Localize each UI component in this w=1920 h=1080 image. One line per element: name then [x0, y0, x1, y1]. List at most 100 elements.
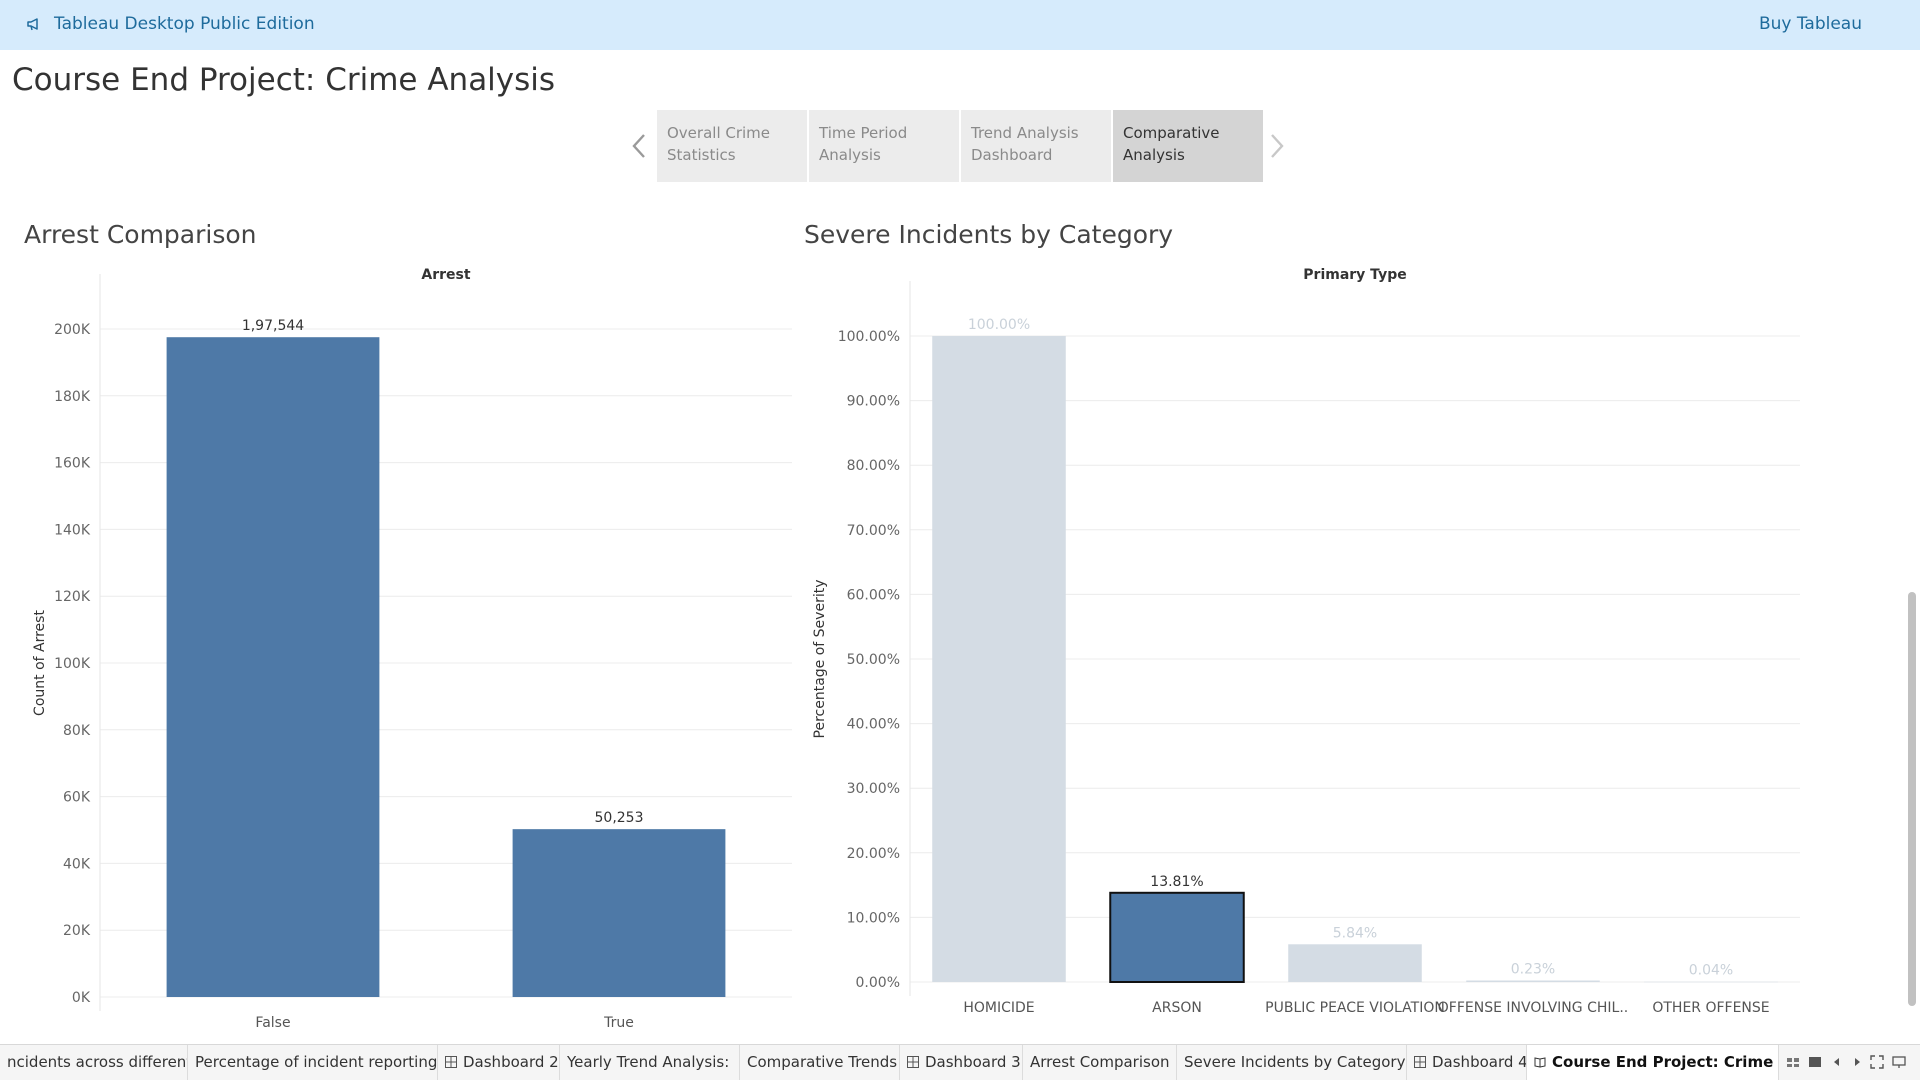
page-title: Course End Project: Crime Analysis: [12, 62, 556, 98]
tab-percentage-of-incident-reporting[interactable]: Percentage of incident reporting...: [188, 1045, 438, 1080]
y-tick-label: 0.00%: [856, 975, 900, 991]
fullscreen-icon[interactable]: [1870, 1055, 1884, 1069]
tab-label: Percentage of incident reporting...: [195, 1053, 438, 1071]
dashboard-icon: [907, 1056, 919, 1068]
scroll-left-icon[interactable]: [1830, 1055, 1844, 1069]
x-tick-label: ARSON: [1152, 1000, 1202, 1016]
chevron-left-icon[interactable]: [624, 130, 654, 162]
film-strip-icon[interactable]: [1808, 1055, 1822, 1069]
y-tick-label: 60.00%: [847, 587, 900, 603]
y-tick-label: 100.00%: [838, 329, 900, 345]
tab-label: Dashboard 2: [463, 1053, 559, 1071]
story-point-time-period-analysis[interactable]: Time Period Analysis: [809, 110, 959, 182]
y-tick-label: 40K: [63, 856, 91, 872]
dashboard-icon: [445, 1056, 457, 1068]
tab-arrest-comparison[interactable]: Arrest Comparison: [1023, 1045, 1177, 1080]
megaphone-icon: [27, 18, 38, 31]
tab-label: ncidents across different ...: [7, 1053, 188, 1071]
arrest-comparison-chart: Arrest 0K 20K 40K 60K 80K 100K 120K 140K 160K 180K…: [32, 267, 792, 1030]
chart-body: Arrest 0K 20K 40K 60K 80K 100K 120K 140K 160K 180K…: [32, 267, 792, 1030]
tab-label: Arrest Comparison: [1030, 1053, 1170, 1071]
story-point-label-line2: Dashboard: [971, 146, 1053, 164]
x-tick-label: PUBLIC PEACE VIOLATION: [1265, 1000, 1445, 1016]
story-point-label-line2: Analysis: [1123, 146, 1185, 164]
data-label: 100.00%: [968, 317, 1030, 333]
y-tick-label: 200K: [54, 322, 91, 338]
story-point-label-line1: Overall Crime: [667, 124, 771, 142]
data-label: 50,253: [595, 810, 644, 826]
sheet-sorter-icon[interactable]: [1786, 1055, 1800, 1069]
severe-incidents-chart: Primary Type 0.00% 10.00% 20.00% 30.00% 40.00…: [812, 267, 1800, 1016]
tab-dashboard-3[interactable]: Dashboard 3: [900, 1045, 1023, 1080]
data-label: 13.81%: [1150, 874, 1203, 890]
sheet-tab-bar: ncidents across different ... Percentage…: [0, 1044, 1920, 1080]
data-label: 0.04%: [1689, 963, 1733, 979]
y-tick-label: 70.00%: [847, 523, 900, 539]
y-tick-label: 90.00%: [847, 394, 900, 410]
x-tick-label: HOMICIDE: [963, 1000, 1034, 1016]
x-tick-label: OFFENSE INVOLVING CHIL..: [1438, 1000, 1628, 1016]
y-tick-label: 100K: [54, 656, 91, 672]
buy-tableau-link[interactable]: Buy Tableau: [1759, 14, 1862, 34]
y-tick-label: 80K: [63, 723, 91, 739]
story-point-comparative-analysis[interactable]: Comparative Analysis: [1113, 110, 1263, 182]
y-axis-title: Count of Arrest: [32, 610, 48, 716]
x-tick-label: False: [255, 1015, 290, 1030]
y-tick-label: 20K: [63, 923, 91, 939]
y-tick-label: 10.00%: [847, 910, 900, 926]
story-point-label-line2: Analysis: [819, 146, 881, 164]
y-tick-label: 40.00%: [847, 717, 900, 733]
vertical-scrollbar[interactable]: [1908, 592, 1916, 1006]
y-tick-label: 80.00%: [847, 458, 900, 474]
tab-dashboard-2[interactable]: Dashboard 2: [438, 1045, 560, 1080]
tab-comparative-trends[interactable]: Comparative Trends: [740, 1045, 900, 1080]
severe-incidents-title: Severe Incidents by Category: [804, 220, 1174, 249]
story-point-label-line1: Comparative: [1123, 124, 1220, 142]
story-point-label-line2: Statistics: [667, 146, 736, 164]
tab-severe-incidents-by-category[interactable]: Severe Incidents by Category: [1177, 1045, 1407, 1080]
bar-other-offense: [1644, 981, 1778, 983]
arrest-comparison-title: Arrest Comparison: [24, 220, 257, 249]
tab-course-end-project[interactable]: Course End Project: Crime A...: [1527, 1045, 1779, 1080]
story-point-trend-analysis-dashboard[interactable]: Trend Analysis Dashboard: [961, 110, 1111, 182]
story-point-overall-crime-statistics[interactable]: Overall Crime Statistics: [657, 110, 807, 182]
tab-dashboard-4[interactable]: Dashboard 4: [1407, 1045, 1527, 1080]
y-tick-label: 160K: [54, 456, 91, 472]
presentation-icon[interactable]: [1892, 1055, 1906, 1069]
tab-label: Course End Project: Crime A...: [1552, 1053, 1778, 1071]
y-tick-label: 20.00%: [847, 846, 900, 862]
bar-public-peace-violation: [1288, 944, 1422, 982]
scroll-right-icon[interactable]: [1850, 1055, 1864, 1069]
bar-offense-involving-chil-: [1466, 980, 1600, 982]
tab-bar-controls: [1786, 1055, 1912, 1071]
bar-homicide: [932, 336, 1066, 982]
chart-body: Primary Type 0.00% 10.00% 20.00% 30.00% 40.00…: [812, 267, 1800, 1016]
tab-label: Comparative Trends: [747, 1053, 898, 1071]
bar-false: [166, 337, 380, 998]
tab-label: Dashboard 3: [925, 1053, 1021, 1071]
data-label: 5.84%: [1333, 925, 1377, 941]
y-tick-label: 50.00%: [847, 652, 900, 668]
y-tick-label: 60K: [63, 790, 91, 806]
tab-yearly-trend-analysis[interactable]: Yearly Trend Analysis:: [560, 1045, 740, 1080]
column-header: Arrest: [421, 267, 470, 283]
tab-incidents-across-different[interactable]: ncidents across different ...: [0, 1045, 188, 1080]
story-icon: [1534, 1057, 1546, 1068]
y-tick-label: 120K: [54, 589, 91, 605]
bar-true: [512, 829, 726, 997]
story-point-label-line1: Trend Analysis: [971, 124, 1079, 142]
y-axis-title: Percentage of Severity: [812, 580, 828, 739]
data-label: 0.23%: [1511, 962, 1555, 978]
data-label: 1,97,544: [242, 318, 304, 334]
y-tick-label: 0K: [72, 990, 91, 1006]
chevron-right-icon[interactable]: [1262, 130, 1292, 162]
story-point-label-line1: Time Period: [819, 124, 908, 142]
bar-arson: [1109, 891, 1245, 984]
x-tick-label: OTHER OFFENSE: [1652, 1000, 1769, 1016]
tab-label: Yearly Trend Analysis:: [567, 1053, 730, 1071]
x-tick-label: True: [603, 1015, 634, 1030]
y-tick-label: 180K: [54, 389, 91, 405]
tab-label: Dashboard 4: [1432, 1053, 1527, 1071]
y-tick-label: 140K: [54, 522, 91, 538]
y-tick-label: 30.00%: [847, 781, 900, 797]
